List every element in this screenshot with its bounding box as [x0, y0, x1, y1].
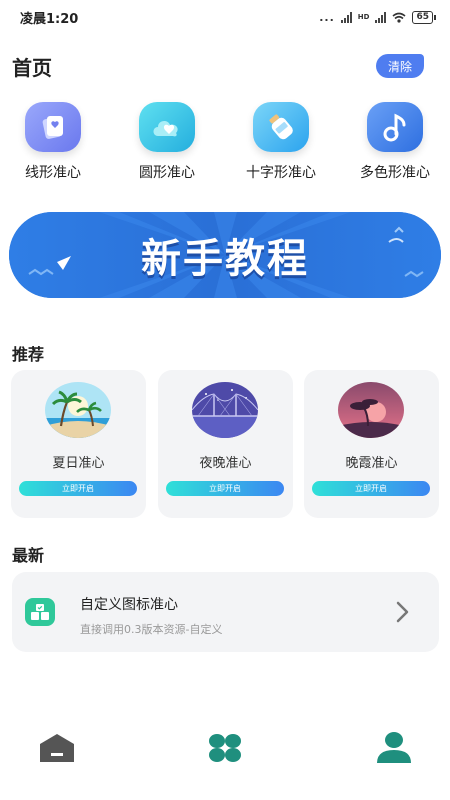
signal-icon: [340, 11, 352, 23]
clear-button[interactable]: 清除: [376, 54, 424, 78]
category-label: 线形准心: [25, 165, 81, 181]
category-circle[interactable]: 圆形准心: [112, 102, 222, 182]
category-label: 圆形准心: [139, 165, 195, 181]
latest-item-title: 自定义图标准心: [80, 597, 178, 613]
status-icons: ... HD 65: [319, 10, 436, 24]
latest-item-subtitle: 直接调用0.3版本资源-自定义: [80, 623, 223, 636]
recommend-card-name: 夏日准心: [52, 456, 105, 471]
latest-title: 最新: [12, 546, 45, 565]
status-time: 凌晨1:20: [20, 11, 79, 27]
recommend-card-name: 夜晚准心: [199, 456, 252, 471]
category-label: 十字形准心: [246, 165, 316, 181]
status-dots: ...: [319, 10, 335, 24]
recommend-card-summer[interactable]: 夏日准心 立即开启: [11, 370, 146, 518]
user-icon[interactable]: [374, 728, 414, 768]
cards-icon: [25, 102, 81, 152]
battery-level: 65: [412, 10, 433, 24]
category-multicolor[interactable]: 多色形准心: [340, 102, 450, 182]
network-type-label: HD: [357, 13, 370, 21]
category-line[interactable]: 线形准心: [0, 102, 108, 182]
grid-clover-icon[interactable]: [205, 728, 245, 768]
open-now-button[interactable]: 立即开启: [166, 481, 284, 496]
custom-icon-icon: [25, 598, 55, 626]
night-bridge-icon: [192, 382, 258, 438]
status-bar: 凌晨1:20 ... HD 65: [0, 0, 450, 34]
category-label: 多色形准心: [360, 165, 430, 181]
wifi-icon: [392, 12, 406, 23]
chevron-right-icon[interactable]: [390, 600, 414, 624]
cloud-heart-icon: [139, 102, 195, 152]
page-title: 首页: [12, 56, 52, 80]
signal-icon-2: [375, 11, 387, 23]
recommend-card-name: 晚霞准心: [345, 456, 398, 471]
music-note-icon: [367, 102, 423, 152]
sunset-tree-icon: [338, 382, 404, 438]
beach-palm-icon: [45, 382, 111, 438]
battery-icon: 65: [412, 10, 436, 24]
category-cross[interactable]: 十字形准心: [226, 102, 336, 182]
banner-text: 新手教程: [141, 236, 309, 282]
recommend-title: 推荐: [12, 345, 45, 364]
open-now-button[interactable]: 立即开启: [19, 481, 137, 496]
bottle-icon: [253, 102, 309, 152]
open-now-button[interactable]: 立即开启: [312, 481, 430, 496]
home-icon[interactable]: [37, 728, 77, 768]
recommend-card-sunset[interactable]: 晚霞准心 立即开启: [304, 370, 439, 518]
recommend-card-night[interactable]: 夜晚准心 立即开启: [158, 370, 293, 518]
latest-item[interactable]: 自定义图标准心 直接调用0.3版本资源-自定义: [12, 572, 439, 652]
tutorial-banner[interactable]: 新手教程: [9, 212, 441, 298]
